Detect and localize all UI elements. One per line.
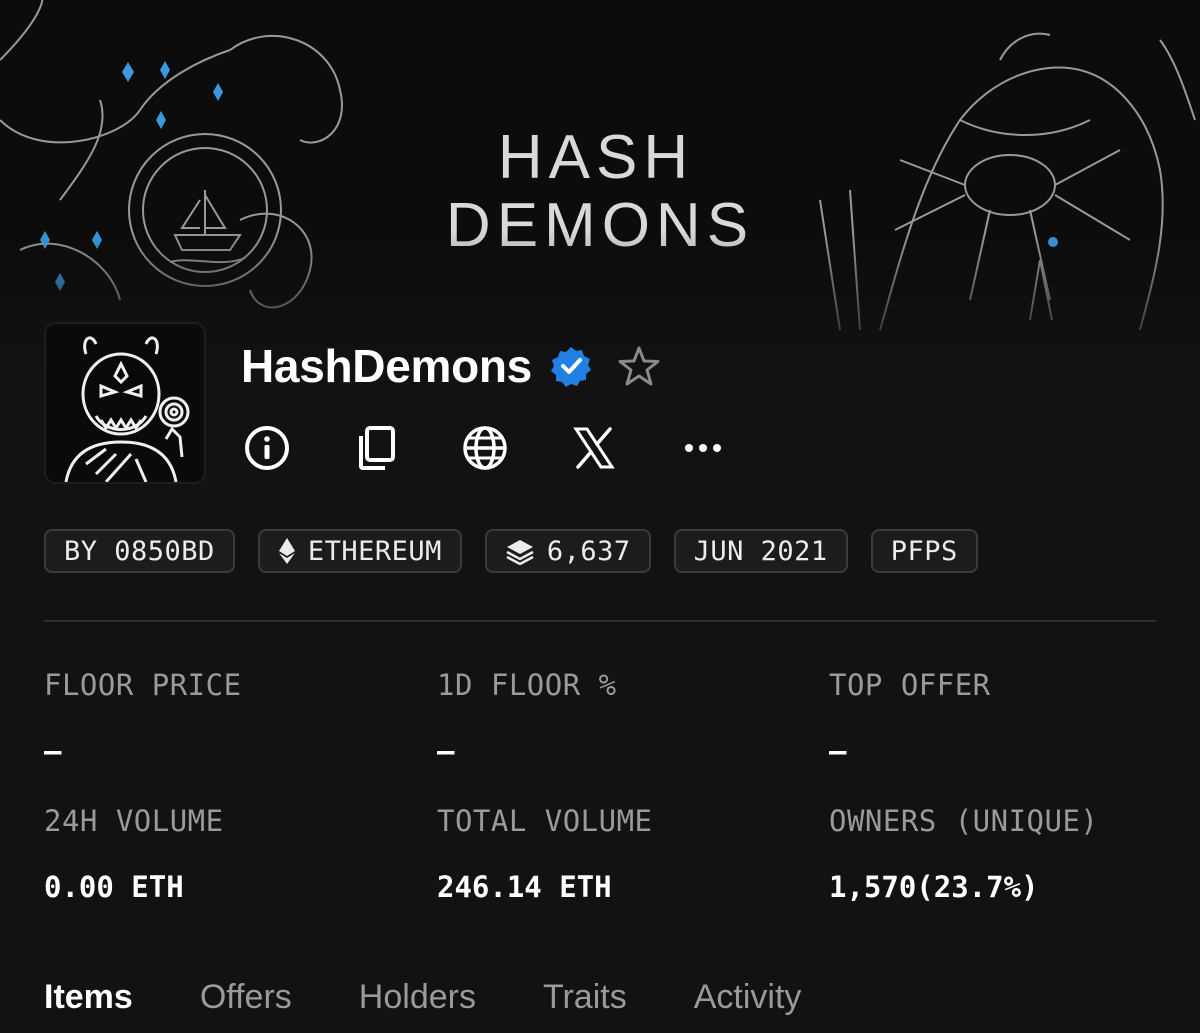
created-date-label: JUN 2021 xyxy=(693,535,828,567)
stat-floor-price: FLOOR PRICE – xyxy=(44,668,242,768)
favorite-star-icon[interactable] xyxy=(616,343,662,389)
chain-label: ETHEREUM xyxy=(307,535,442,567)
collection-tabs: Items Offers Holders Traits Activity xyxy=(44,978,868,1017)
copy-icon xyxy=(359,426,395,470)
created-date-chip[interactable]: JUN 2021 xyxy=(673,529,848,573)
collection-name: HashDemons xyxy=(241,340,532,392)
tab-holders[interactable]: Holders xyxy=(359,978,476,1017)
copy-button[interactable] xyxy=(350,422,402,474)
ethereum-icon xyxy=(278,538,295,564)
items-count-chip[interactable]: 6,637 xyxy=(484,529,651,573)
stat-top-offer: TOP OFFER – xyxy=(829,668,991,768)
stat-label: FLOOR PRICE xyxy=(44,668,242,702)
stat-label: 1D FLOOR % xyxy=(437,668,617,702)
collection-meta-chips: BY 0850BD ETHEREUM 6,637 JUN 2021 PFPS xyxy=(44,529,1001,573)
stat-label: OWNERS (UNIQUE) xyxy=(829,804,1099,838)
stat-value: 246.14 ETH xyxy=(437,870,612,904)
category-label: PFPS xyxy=(890,535,958,567)
chain-chip[interactable]: ETHEREUM xyxy=(257,529,462,573)
tab-offers[interactable]: Offers xyxy=(200,978,292,1017)
tab-items[interactable]: Items xyxy=(44,978,133,1017)
verified-badge-icon xyxy=(550,347,591,387)
layers-icon xyxy=(506,540,534,565)
stat-1d-floor: 1D FLOOR % – xyxy=(437,668,617,768)
info-button[interactable] xyxy=(241,422,293,474)
demon-avatar-image xyxy=(46,324,204,482)
collection-title-row: HashDemons xyxy=(241,336,662,396)
tab-traits[interactable]: Traits xyxy=(543,978,627,1017)
creator-chip[interactable]: BY 0850BD xyxy=(44,529,235,573)
stat-value: 0.00 ETH xyxy=(44,870,184,904)
collection-avatar xyxy=(44,322,206,484)
stat-label: TOP OFFER xyxy=(829,668,991,702)
website-button[interactable] xyxy=(459,422,511,474)
stat-label: 24H VOLUME xyxy=(44,804,224,838)
banner-logo-line1: HASH xyxy=(498,123,694,192)
stat-24h-volume: 24H VOLUME 0.00 ETH xyxy=(44,804,224,904)
globe-icon xyxy=(463,426,507,470)
collection-actions xyxy=(241,422,786,474)
stat-value: – xyxy=(44,734,62,768)
stat-total-volume: TOTAL VOLUME 246.14 ETH xyxy=(437,804,653,904)
stat-value: – xyxy=(829,734,847,768)
stat-value: 1,570(23.7%) xyxy=(829,870,1039,904)
more-icon xyxy=(685,444,721,452)
stat-label: TOTAL VOLUME xyxy=(437,804,653,838)
x-twitter-button[interactable] xyxy=(568,422,620,474)
tab-activity[interactable]: Activity xyxy=(694,978,802,1017)
info-icon xyxy=(245,426,289,470)
x-icon xyxy=(573,427,615,469)
items-count-label: 6,637 xyxy=(546,535,631,567)
stat-value: – xyxy=(437,734,455,768)
category-chip[interactable]: PFPS xyxy=(870,529,978,573)
stat-owners: OWNERS (UNIQUE) 1,570(23.7%) xyxy=(829,804,1098,904)
section-divider xyxy=(44,620,1156,622)
more-options-button[interactable] xyxy=(677,422,729,474)
creator-label: BY 0850BD xyxy=(64,535,215,567)
